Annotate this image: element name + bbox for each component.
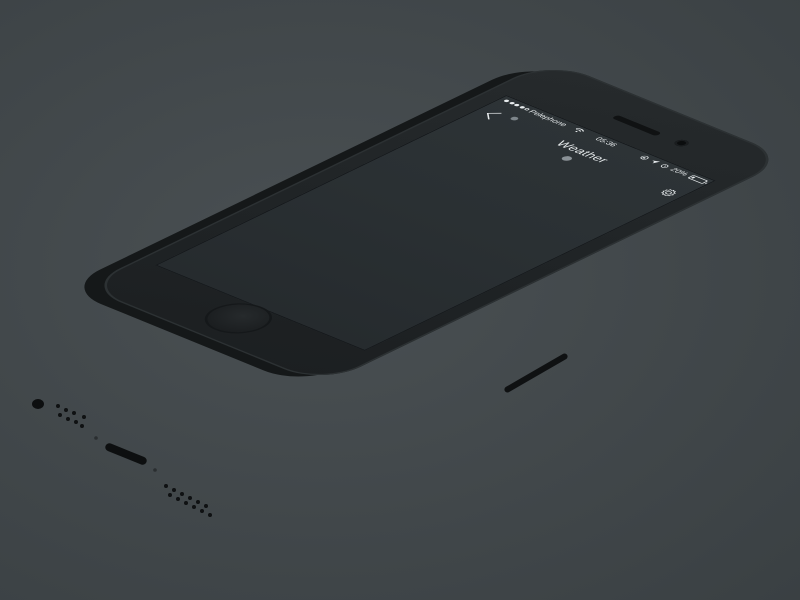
- phone-device: Pelephone 05:36 20% Weather: [61, 60, 791, 387]
- screw-icon: [94, 436, 157, 472]
- page-title: Weather: [552, 138, 613, 165]
- headphone-jack-icon: [32, 399, 44, 409]
- speaker-grille-left: [56, 404, 86, 428]
- earpiece-speaker: [611, 114, 663, 137]
- location-arrow-icon: [652, 160, 661, 164]
- alarm-icon: [660, 164, 669, 168]
- wifi-icon: [575, 128, 585, 133]
- rotation-lock-icon: [640, 155, 649, 160]
- page-indicator-dot: [559, 155, 575, 162]
- stage: Pelephone 05:36 20% Weather: [0, 0, 800, 600]
- sleep-switch[interactable]: [503, 352, 568, 393]
- lightning-port-icon: [105, 443, 147, 465]
- front-camera-icon: [671, 138, 692, 148]
- navigation-bar: Weather: [463, 102, 701, 201]
- speaker-grille-right: [164, 484, 212, 517]
- battery-level-fill: [690, 176, 696, 179]
